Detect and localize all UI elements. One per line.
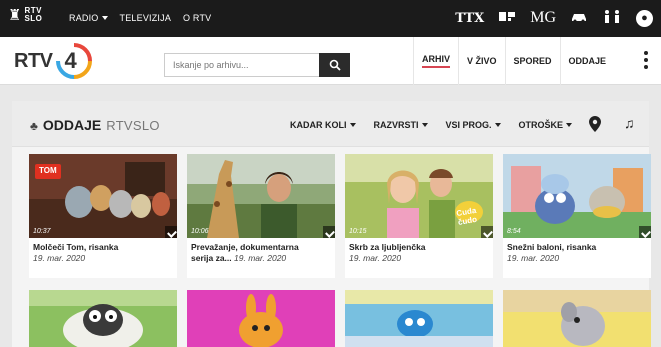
video-thumbnail[interactable] (187, 290, 335, 347)
top-nav: RADIO TELEVIZIJA O RTV (69, 13, 211, 23)
video-card[interactable]: 10:06 Prevažanje, dokumentarna serija za… (187, 154, 335, 278)
more-menu-icon[interactable] (643, 51, 649, 69)
main-nav: ARHIV V ŽIVO SPORED ODDAJE (413, 37, 614, 85)
video-duration: 10:06 (191, 228, 209, 235)
filter-otroske-label: OTROŠKE (518, 120, 564, 130)
video-date: 19. mar. 2020 (234, 253, 287, 263)
video-thumbnail[interactable]: Cuda čudo 10:15 (345, 154, 493, 238)
chevron-down-icon (494, 123, 501, 127)
video-title[interactable]: Skrb za ljubljenčka (349, 242, 491, 253)
video-card[interactable]: TOM 10:37 Molčeči Tom, risanka 19. mar. … (29, 154, 177, 278)
nav-televizija[interactable]: TELEVIZIJA (120, 13, 172, 23)
nav-o-rtv[interactable]: O RTV (183, 13, 211, 23)
rtv4-logo[interactable]: RTV 4 (14, 42, 93, 80)
thumbnail-logo-text: TOM (39, 166, 57, 175)
video-card[interactable] (29, 290, 177, 347)
video-title-line2: serija za... 19. mar. 2020 (191, 253, 286, 263)
ttx-link[interactable]: TTX (455, 11, 484, 26)
watched-check-icon (323, 226, 335, 238)
video-thumbnail[interactable]: TOM 10:37 (29, 154, 177, 238)
filter-razvrsti-label: RAZVRSTI (373, 120, 419, 130)
brand-rtv-text: RTV (14, 49, 53, 72)
top-bar: ♜ RTV SLO RADIO TELEVIZIJA O RTV TTX MG … (0, 0, 661, 37)
rtvslo-logo[interactable]: ♜ RTV SLO (8, 7, 42, 23)
mg-link[interactable]: MG (530, 9, 556, 27)
panel-subtitle: RTVSLO (106, 118, 160, 133)
filter-razvrsti[interactable]: RAZVRSTI (374, 120, 428, 130)
location-pin-icon[interactable] (589, 116, 601, 132)
search-icon (329, 59, 341, 71)
user-avatar-icon[interactable]: ● (636, 9, 653, 27)
show-icon: ♣ (30, 119, 38, 133)
tab-spored-label: SPORED (513, 56, 552, 66)
car-icon[interactable] (570, 10, 588, 26)
video-card[interactable] (345, 290, 493, 347)
filter-otroske[interactable]: OTROŠKE (519, 120, 573, 130)
video-title-text: Skrb za ljubljenčka (349, 242, 426, 252)
tab-v-zivo-label: V ŽIVO (467, 56, 497, 66)
video-thumbnail[interactable] (345, 290, 493, 347)
watched-check-icon (165, 226, 177, 238)
nav-radio[interactable]: RADIO (69, 13, 108, 23)
tab-arhiv[interactable]: ARHIV (413, 37, 458, 85)
video-date: 19. mar. 2020 (33, 253, 86, 263)
rtv4-ring-icon: 4 (55, 42, 93, 80)
video-title-text: Snežni baloni, risanka (507, 242, 597, 252)
video-date: 19. mar. 2020 (507, 253, 560, 263)
video-duration: 10:37 (33, 228, 51, 235)
filter-vsi-prog-label: VSI PROG. (445, 120, 492, 130)
search-input[interactable] (164, 53, 319, 77)
video-card[interactable]: Cuda čudo 10:15 Skrb za ljubljenčka 19. … (345, 154, 493, 278)
tab-arhiv-label: ARHIV (422, 54, 451, 68)
video-card[interactable] (187, 290, 335, 347)
video-card[interactable] (503, 290, 651, 347)
app-window: { "topbar": { "logo_text_top": "RTV", "l… (0, 0, 661, 347)
video-duration: 10:15 (349, 228, 367, 235)
video-card[interactable]: 8:54 Snežni baloni, risanka 19. mar. 202… (503, 154, 651, 278)
filter-vsi-prog[interactable]: VSI PROG. (446, 120, 501, 130)
tab-v-zivo[interactable]: V ŽIVO (458, 37, 505, 85)
chevron-down-icon (566, 123, 573, 127)
tab-spored[interactable]: SPORED (504, 37, 560, 85)
panel-title-text: ODDAJE (42, 117, 102, 133)
video-title-line1: Prevažanje, dokumentarna (191, 242, 299, 252)
nav-o-rtv-label: O RTV (183, 13, 212, 23)
video-thumbnail[interactable]: 10:06 (187, 154, 335, 238)
chevron-down-icon (421, 123, 428, 127)
video-title-text: Molčeči Tom, risanka (33, 242, 119, 252)
filter-kadar-koli-label: KADAR KOLI (290, 120, 347, 130)
nav-radio-label: RADIO (69, 13, 99, 23)
panel-title: ♣ ODDAJE RTVSLO (30, 117, 160, 133)
video-title[interactable]: Prevažanje, dokumentarna (191, 242, 333, 253)
rtvslo-figure-icon: ♜ (8, 6, 22, 24)
video-date: 19. mar. 2020 (349, 253, 402, 263)
panel-header: ♣ ODDAJE RTVSLO KADAR KOLI RAZVRSTI VSI … (12, 101, 649, 147)
accessibility-icon[interactable] (602, 9, 622, 27)
video-thumbnail[interactable] (29, 290, 177, 347)
search-box (164, 53, 350, 77)
video-title-line2-text: serija za... (191, 253, 232, 263)
watched-check-icon (481, 226, 493, 238)
video-thumbnail[interactable]: 8:54 (503, 154, 651, 238)
tab-oddaje[interactable]: ODDAJE (559, 37, 615, 85)
video-title[interactable]: Snežni baloni, risanka (507, 242, 649, 253)
chevron-down-icon (101, 16, 108, 20)
music-note-icon[interactable]: ♫ (624, 115, 635, 131)
filter-kadar-koli[interactable]: KADAR KOLI (290, 120, 356, 130)
video-title[interactable]: Molčeči Tom, risanka (33, 242, 175, 253)
search-button[interactable] (319, 53, 350, 77)
nav-televizija-label: TELEVIZIJA (119, 13, 172, 23)
watched-check-icon (639, 226, 651, 238)
brand-number: 4 (64, 48, 77, 73)
radio-mp3-icon[interactable] (498, 10, 516, 27)
logo-text-bottom: SLO (24, 14, 43, 23)
top-links: TTX MG ● (455, 9, 653, 27)
chevron-down-icon (349, 123, 356, 127)
tab-oddaje-label: ODDAJE (568, 56, 607, 66)
video-duration: 8:54 (507, 228, 521, 235)
video-thumbnail[interactable] (503, 290, 651, 347)
filter-bar: KADAR KOLI RAZVRSTI VSI PROG. OTROŠKE (290, 120, 573, 130)
